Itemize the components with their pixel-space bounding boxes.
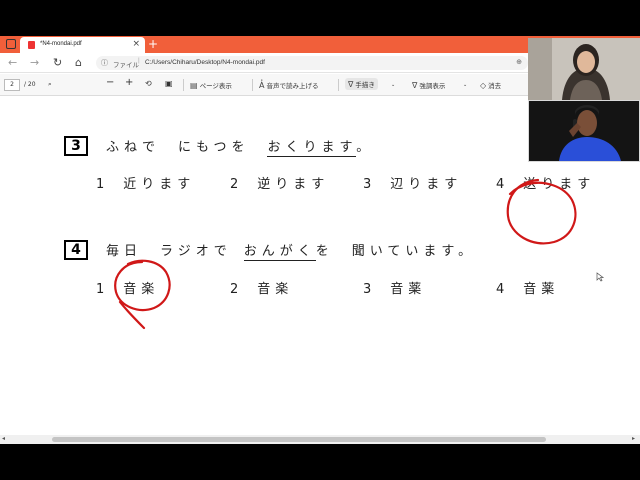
question-3-suffix: 。 — [356, 140, 375, 155]
fit-page-icon[interactable]: ▣ — [165, 79, 173, 88]
highlighter-icon: ∇ — [412, 81, 418, 90]
page-view-button[interactable]: ▤ ページ表示 — [190, 80, 232, 90]
ink-circle-q3 — [506, 178, 577, 245]
webcam-person-image — [528, 38, 640, 100]
zoom-in-button[interactable]: + — [125, 77, 133, 88]
question-4-underlined: おんがく — [243, 244, 316, 261]
read-aloud-button[interactable]: A̓ 音声で読み上げる — [259, 80, 318, 90]
question-4-suffix: を 聞いています。 — [315, 244, 477, 259]
mouse-cursor-icon — [596, 272, 604, 282]
option-number: 3 — [363, 177, 377, 192]
question-3-prefix: ふねで にもつを — [106, 140, 250, 155]
tab-actions-icon[interactable] — [6, 39, 16, 49]
option-number: 2 — [230, 177, 244, 192]
pdf-file-icon — [28, 41, 35, 49]
option-number: 1 — [96, 177, 110, 192]
question-number-4: 4 — [64, 240, 88, 260]
tab-title: *N4-mondai.pdf — [40, 41, 82, 47]
option-text: 逆ります — [257, 177, 330, 192]
erase-label: 消去 — [488, 82, 502, 90]
scrollbar-thumb[interactable] — [52, 437, 546, 442]
q3-option-1[interactable]: 1 近ります — [96, 173, 195, 192]
q4-option-4[interactable]: 4 音薬 — [496, 278, 559, 297]
pen-icon: ∇ — [348, 80, 354, 89]
page-view-icon: ▤ — [190, 81, 198, 90]
draw-options-chevron-icon[interactable]: ⌄ — [391, 82, 395, 88]
question-number-3: 3 — [64, 136, 88, 156]
option-text: 近ります — [123, 177, 196, 192]
draw-button[interactable]: ∇ 手描き — [345, 78, 378, 90]
rotate-icon[interactable]: ⟲ — [145, 79, 152, 88]
draw-label: 手描き — [355, 81, 375, 89]
q4-option-3[interactable]: 3 音薬 — [363, 278, 426, 297]
toolbar-divider — [338, 79, 339, 91]
read-aloud-icon: A̓ — [259, 81, 265, 90]
scroll-right-icon[interactable]: ▸ — [632, 435, 635, 442]
option-number: 4 — [496, 282, 510, 297]
option-number: 3 — [363, 282, 377, 297]
tab-pdf[interactable]: *N4-mondai.pdf × — [20, 37, 145, 53]
highlight-options-chevron-icon[interactable]: ⌄ — [463, 82, 467, 88]
highlight-button[interactable]: ∇ 強調表示 — [412, 80, 445, 90]
option-text: 辺ります — [390, 177, 463, 192]
webcam-video-student — [528, 100, 640, 162]
url-field[interactable]: ⓘ ファイル | C:/Users/Chiharu/Desktop/N4-mon… — [96, 56, 528, 70]
toolbar-divider — [183, 79, 184, 91]
highlight-label: 強調表示 — [419, 82, 446, 90]
option-text: 音薬 — [523, 282, 560, 297]
q3-option-2[interactable]: 2 逆ります — [230, 173, 329, 192]
search-icon[interactable]: ⌕ — [48, 80, 52, 89]
option-text: 音薬 — [390, 282, 427, 297]
url-divider: | — [138, 57, 140, 64]
back-icon[interactable]: ← — [8, 56, 17, 69]
erase-button[interactable]: ◇ 消去 — [480, 80, 501, 90]
read-aloud-label: 音声で読み上げる — [266, 82, 319, 90]
eraser-icon: ◇ — [480, 81, 487, 90]
option-text: 音楽 — [257, 282, 294, 297]
zoom-out-button[interactable]: − — [106, 77, 114, 88]
option-number: 2 — [230, 282, 244, 297]
horizontal-scrollbar[interactable]: ◂ ▸ — [0, 435, 640, 444]
url-scheme-label: ファイル — [113, 62, 139, 69]
new-tab-button[interactable]: + — [148, 36, 158, 53]
url-path: C:/Users/Chiharu/Desktop/N4-mondai.pdf — [145, 59, 265, 66]
q3-option-3[interactable]: 3 辺ります — [363, 173, 462, 192]
ink-circle-q4 — [114, 259, 171, 330]
home-icon[interactable]: ⌂ — [75, 56, 82, 69]
question-3-text: ふねで にもつを おくります。 — [106, 136, 375, 157]
close-tab-button[interactable]: × — [132, 39, 140, 49]
forward-icon[interactable]: → — [30, 56, 39, 69]
page-count: / 20 — [24, 81, 36, 88]
q4-option-2[interactable]: 2 音楽 — [230, 278, 293, 297]
toolbar-divider — [252, 79, 253, 91]
page-view-label: ページ表示 — [199, 82, 232, 90]
zoom-icon[interactable]: ⊕ — [516, 58, 522, 66]
question-3-underlined: おくります — [267, 140, 357, 157]
scroll-left-icon[interactable]: ◂ — [2, 435, 5, 442]
refresh-icon[interactable]: ↻ — [53, 56, 62, 69]
info-icon[interactable]: ⓘ — [101, 58, 108, 68]
webcam-video-teacher — [528, 38, 640, 100]
page-number-input[interactable]: 2 — [4, 79, 20, 91]
webcam-person-image — [529, 101, 639, 161]
